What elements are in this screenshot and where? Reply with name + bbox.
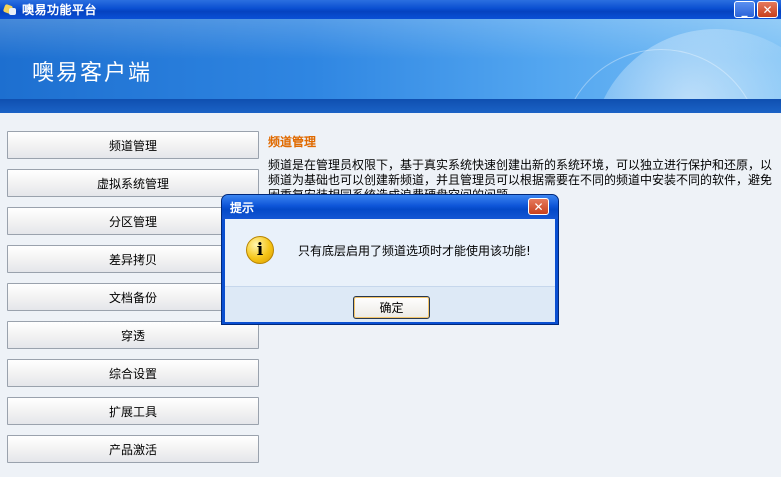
alert-dialog: 提示 ✕ i 只有底层启用了频道选项时才能使用该功能! 确定	[221, 194, 559, 325]
app-icon	[2, 3, 17, 17]
sidebar-item-virtual-system-management[interactable]: 虚拟系统管理	[7, 169, 259, 197]
dialog-message-area: i 只有底层启用了频道选项时才能使用该功能!	[225, 219, 555, 281]
sidebar-item-product-activation[interactable]: 产品激活	[7, 435, 259, 463]
close-button[interactable]: ✕	[757, 1, 778, 18]
warning-icon: i	[246, 236, 274, 264]
brand-title: 噢易客户端	[32, 61, 153, 86]
sidebar-item-channel-management[interactable]: 频道管理	[7, 131, 259, 159]
dialog-title: 提示	[230, 200, 255, 215]
dialog-titlebar[interactable]: 提示	[222, 195, 558, 219]
dialog-footer: 确定	[225, 286, 555, 322]
ok-button[interactable]: 确定	[353, 296, 430, 319]
header-banner: 噢易客户端	[0, 19, 781, 99]
dialog-message: 只有底层启用了频道选项时才能使用该功能!	[298, 243, 531, 258]
main-content: 频道管理 频道是在管理员权限下，基于真实系统快速创建出新的系统环境，可以独立进行…	[268, 133, 778, 203]
dialog-body: i 只有底层启用了频道选项时才能使用该功能! 确定	[225, 219, 555, 322]
sidebar-item-extension-tools[interactable]: 扩展工具	[7, 397, 259, 425]
section-heading: 频道管理	[268, 135, 317, 149]
dialog-close-button[interactable]: ✕	[528, 198, 549, 215]
window-title: 噢易功能平台	[22, 3, 98, 17]
sidebar-item-penetration[interactable]: 穿透	[7, 321, 259, 349]
window-titlebar[interactable]: 噢易功能平台 _ ✕	[0, 0, 781, 19]
minimize-button[interactable]: _	[734, 1, 755, 18]
banner-band	[0, 99, 781, 113]
sidebar-item-general-settings[interactable]: 综合设置	[7, 359, 259, 387]
